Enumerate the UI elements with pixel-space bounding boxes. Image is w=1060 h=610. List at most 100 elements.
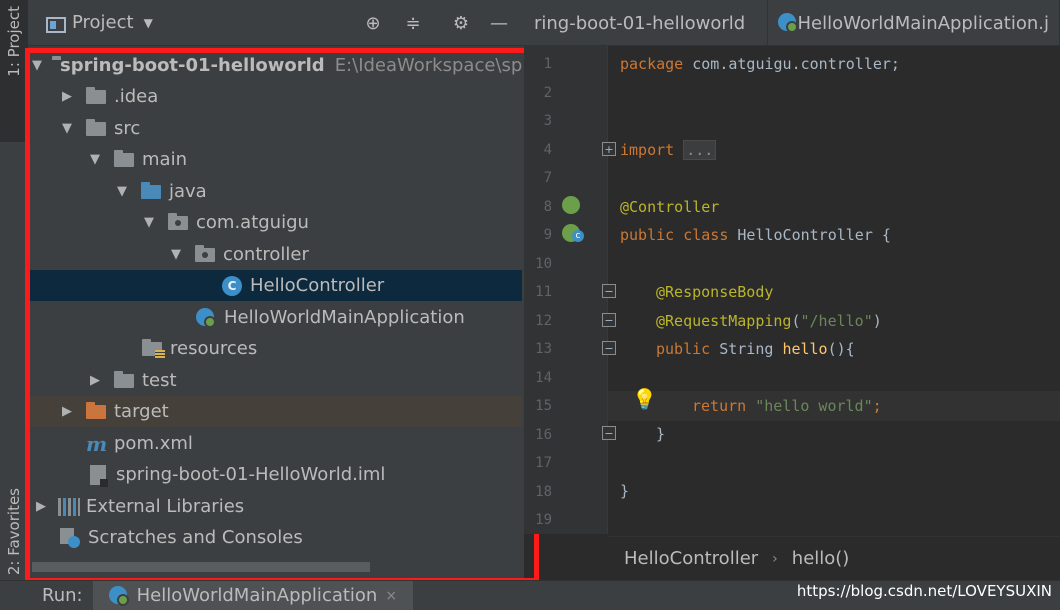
chevron-down-icon[interactable]: ▼ (167, 247, 185, 262)
project-tree: ▼ spring-boot-01-helloworld E:\IdeaWorks… (28, 48, 522, 568)
tab-label: ring-boot-01-helloworld (534, 12, 746, 34)
project-panel: Project ▼ ⊕ ≑ ⚙ — ▼ spring-boot-01-hello… (28, 0, 524, 580)
tree-item-com-atguigu[interactable]: ▼ com.atguigu (28, 207, 522, 238)
close-icon[interactable]: × (385, 588, 397, 604)
tree-item-external-libraries[interactable]: ▶ External Libraries (28, 491, 522, 522)
run-tab-label: HelloWorldMainApplication (136, 585, 378, 606)
tree-item-test[interactable]: ▶ test (28, 365, 522, 396)
code-token: com.atguigu.controller; (683, 55, 900, 73)
code-token: (){ (827, 340, 855, 358)
tree-item-label: com.atguigu (196, 212, 309, 233)
line-number: 1 (543, 56, 552, 72)
chevron-right-icon: › (772, 550, 778, 567)
code-line: package com.atguigu.controller; (620, 55, 900, 73)
breadcrumb-item-class[interactable]: HelloController (624, 548, 758, 569)
code-token: public (656, 340, 711, 358)
chevron-down-icon[interactable]: ▼ (86, 152, 104, 167)
code-token: ) (872, 312, 882, 330)
spring-class-icon[interactable] (562, 224, 584, 242)
run-label: Run: (42, 585, 83, 606)
tree-item-src[interactable]: ▼ src (28, 113, 522, 144)
tree-item-controller[interactable]: ▼ controller (28, 239, 522, 270)
tree-item-label: HelloWorldMainApplication (224, 307, 465, 328)
tree-item-project-root[interactable]: ▼ spring-boot-01-helloworld E:\IdeaWorks… (28, 50, 522, 81)
run-tab-helloworldmainapplication[interactable]: HelloWorldMainApplication × (92, 580, 414, 610)
tab-helloworldmainapplication[interactable]: HelloWorldMainApplication.j (768, 0, 1060, 46)
tree-item-target[interactable]: ▶ target (28, 396, 522, 427)
code-line: public class HelloController { (620, 226, 891, 244)
collapse-all-icon[interactable]: ≑ (402, 12, 424, 34)
project-path: E:\IdeaWorkspace\sp (334, 55, 523, 76)
code-token: "hello world" (755, 397, 873, 415)
code-token: ; (872, 397, 882, 415)
tree-item-pom[interactable]: m pom.xml (28, 428, 522, 459)
locate-target-icon[interactable]: ⊕ (362, 12, 384, 34)
gear-icon[interactable]: ⚙ (450, 12, 472, 34)
tree-item-scratches[interactable]: Scratches and Consoles (28, 522, 522, 553)
tree-item-idea[interactable]: ▶ .idea (28, 81, 522, 112)
line-number: 10 (535, 256, 552, 272)
tree-item-resources[interactable]: resources (28, 333, 522, 364)
line-number: 7 (543, 170, 552, 186)
code-token: "/hello" (800, 312, 873, 330)
chevron-down-icon[interactable]: ▼ (58, 121, 76, 136)
code-line: } (620, 482, 630, 500)
tree-item-java[interactable]: ▼ java (28, 176, 522, 207)
chevron-down-icon[interactable]: ▼ (113, 184, 131, 199)
line-number: 18 (535, 484, 552, 500)
spring-boot-app-icon (778, 13, 798, 33)
project-panel-title[interactable]: Project (72, 12, 134, 33)
watermark: https://blog.csdn.net/LOVEYSUXIN (796, 582, 1052, 600)
code-token: hello (782, 340, 828, 358)
line-number: 8 (543, 199, 552, 215)
code-line: public String hello(){ (656, 340, 855, 358)
package-icon (195, 244, 215, 262)
folder-icon (114, 149, 134, 167)
folded-imports[interactable]: ... (683, 140, 717, 160)
editor-tab-bar: ring-boot-01-helloworld HelloWorldMainAp… (524, 0, 1060, 46)
spring-bean-icon[interactable] (562, 196, 580, 214)
line-number: 3 (543, 113, 552, 129)
code-line: @ResponseBody (656, 283, 773, 301)
libraries-icon (58, 497, 80, 516)
chevron-right-icon[interactable]: ▶ (58, 404, 76, 419)
code-token: ( (791, 312, 801, 330)
tree-item-helloworldmainapplication[interactable]: HelloWorldMainApplication (28, 302, 522, 333)
tree-item-label: controller (223, 244, 309, 265)
tree-item-iml[interactable]: spring-boot-01-HelloWorld.iml (28, 459, 522, 490)
breadcrumb-item-method[interactable]: hello() (792, 548, 850, 569)
tree-item-main[interactable]: ▼ main (28, 144, 522, 175)
code-editor[interactable]: package com.atguigu.controller; import .… (610, 46, 1060, 534)
chevron-right-icon[interactable]: ▶ (32, 499, 50, 514)
horizontal-scrollbar[interactable] (32, 562, 370, 572)
resources-folder-icon (142, 338, 165, 358)
chevron-down-icon[interactable]: ▼ (140, 215, 158, 230)
chevron-right-icon[interactable]: ▶ (58, 89, 76, 104)
line-number: 11 (535, 284, 552, 300)
favorites-tool-tab[interactable]: 2: Favorites ★ (0, 440, 28, 600)
code-line: import ... (620, 140, 717, 160)
tab-helloworld-module[interactable]: ring-boot-01-helloworld (524, 0, 768, 46)
tree-item-label: HelloController (250, 275, 385, 296)
project-view-icon (46, 17, 66, 33)
tree-item-label: spring-boot-01-HelloWorld.iml (116, 464, 386, 485)
class-icon: C (222, 275, 242, 296)
code-token: public (620, 226, 675, 244)
hide-panel-icon[interactable]: — (488, 12, 510, 34)
chevron-down-icon[interactable]: ▼ (144, 16, 153, 30)
chevron-right-icon[interactable]: ▶ (86, 373, 104, 388)
code-token: HelloController { (728, 226, 891, 244)
tree-item-hellocontroller[interactable]: C HelloController (28, 270, 522, 301)
breadcrumb: HelloController › hello() (608, 536, 1060, 580)
chevron-down-icon[interactable]: ▼ (32, 58, 42, 73)
package-icon (168, 212, 188, 230)
line-number: 12 (535, 313, 552, 329)
spring-boot-app-icon (196, 307, 216, 328)
scratches-icon (60, 527, 80, 548)
folder-icon (114, 370, 134, 388)
line-number: 15 (535, 398, 552, 414)
line-number: 14 (535, 370, 552, 386)
project-tool-tab[interactable]: 1: Project (0, 0, 28, 142)
line-number: 4 (543, 142, 552, 158)
line-number: 2 (543, 85, 552, 101)
